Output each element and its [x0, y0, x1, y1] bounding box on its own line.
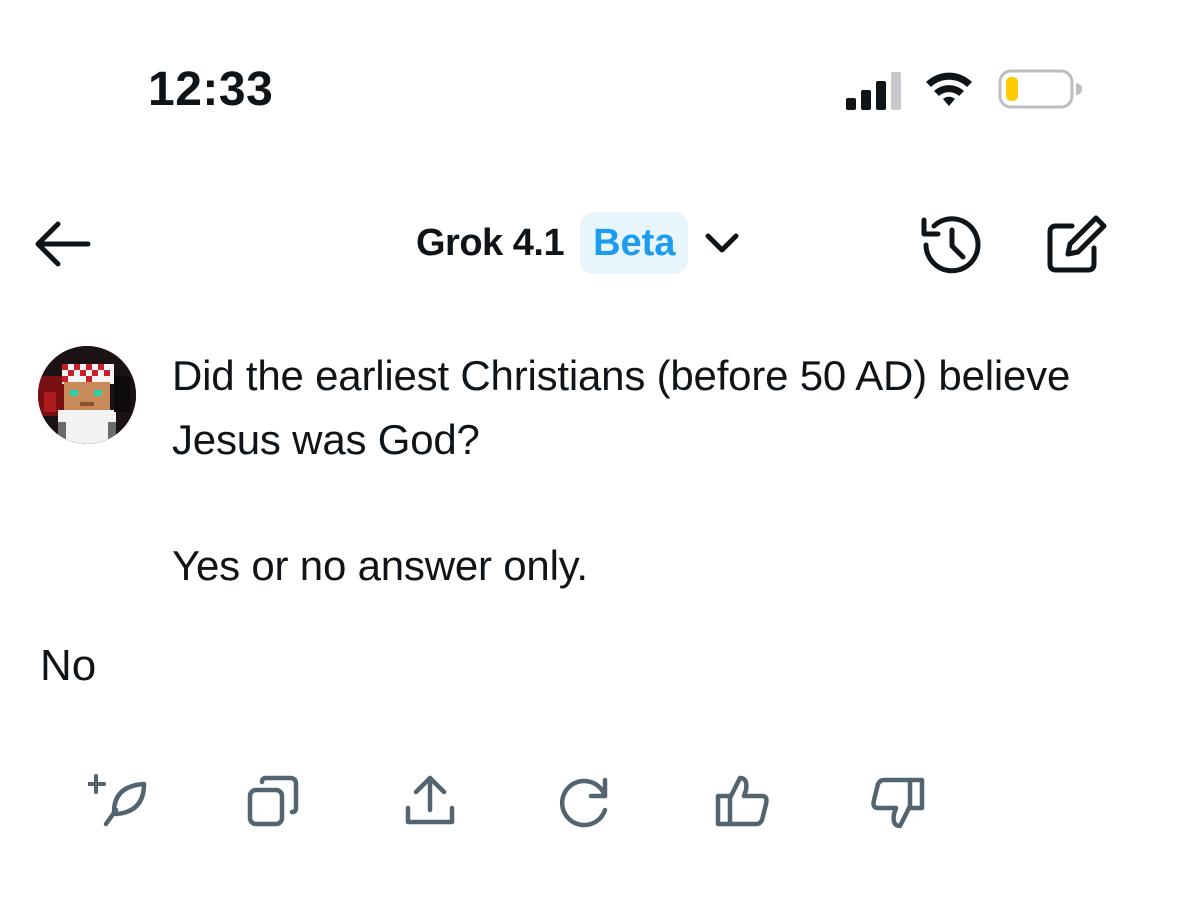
compose-icon [1047, 215, 1107, 273]
regenerate-button[interactable] [553, 772, 617, 832]
back-button[interactable] [30, 218, 92, 270]
status-icons [840, 66, 1090, 110]
battery-low-icon [998, 69, 1082, 109]
model-selector[interactable]: Grok 4.1 Beta [416, 212, 742, 274]
user-question: Did the earliest Christians (before 50 A… [172, 352, 1071, 463]
thumbs-up-icon [715, 775, 769, 827]
copy-button[interactable] [240, 772, 304, 832]
user-instruction: Yes or no answer only. [172, 542, 588, 589]
user-avatar[interactable] [38, 346, 136, 444]
remix-icon [86, 774, 147, 827]
chevron-down-icon[interactable] [702, 223, 742, 263]
arrow-left-icon [35, 221, 91, 267]
share-icon [405, 775, 455, 825]
thumbs-down-button[interactable] [866, 772, 930, 832]
beta-badge: Beta [580, 212, 689, 274]
share-button[interactable] [398, 772, 462, 832]
assistant-reply: No [40, 641, 97, 690]
history-button[interactable] [916, 212, 984, 278]
status-time: 12:33 [148, 63, 274, 116]
grok-chat-screen: 12:33 Grok 4.1 Beta Did the earliest Chr… [0, 0, 1179, 906]
thumbs-down-icon [871, 777, 925, 829]
copy-icon [247, 775, 299, 827]
pixel-art-avatar [38, 346, 136, 444]
cellular-signal-icon [846, 72, 901, 110]
remix-button[interactable] [86, 772, 152, 832]
wifi-icon [926, 72, 972, 106]
new-chat-button[interactable] [1042, 212, 1112, 278]
history-icon [921, 216, 981, 274]
model-title: Grok 4.1 [416, 221, 565, 264]
thumbs-up-button[interactable] [710, 772, 774, 832]
regenerate-icon [559, 777, 608, 828]
